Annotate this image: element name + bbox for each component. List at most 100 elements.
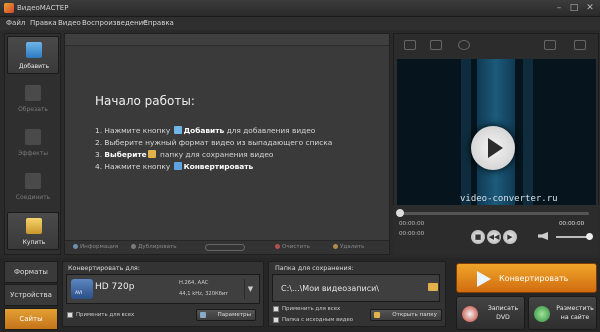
convert-icon bbox=[173, 162, 182, 170]
volume-handle[interactable] bbox=[586, 233, 593, 240]
convert-for-label: Конвертировать для: bbox=[68, 264, 140, 272]
effects-icon bbox=[25, 129, 41, 145]
save-folder-label: Папка для сохранения: bbox=[275, 264, 354, 272]
effects-button[interactable]: Эффекты bbox=[7, 124, 59, 162]
step-1-text: 1. Нажмите кнопку bbox=[95, 126, 171, 135]
format-audio: 44,1 kHz, 320Кбит bbox=[179, 291, 229, 297]
menu-file[interactable]: Файл bbox=[6, 19, 25, 27]
clear-button[interactable]: Очистить bbox=[275, 244, 310, 250]
source-folder-label: Папка с исходным видео bbox=[282, 317, 354, 323]
burn-dvd-label: Записать DVD bbox=[487, 305, 519, 321]
menu-bar: Файл Правка Видео Воспроизведение Справк… bbox=[0, 17, 600, 30]
open-folder-button[interactable]: Открыть папку bbox=[370, 309, 442, 321]
tab-sites[interactable]: Сайты bbox=[4, 308, 58, 330]
menu-edit[interactable]: Правка bbox=[30, 19, 57, 27]
convert-label: Конвертировать bbox=[499, 274, 569, 283]
buy-button-label: Купить bbox=[22, 239, 46, 246]
menu-help[interactable]: Справка bbox=[143, 19, 174, 27]
burn-dvd-button[interactable]: Записать DVD bbox=[456, 296, 525, 330]
format-codec: H.264, AAC bbox=[179, 280, 209, 286]
seek-handle[interactable] bbox=[396, 209, 404, 217]
delete-icon bbox=[333, 244, 338, 249]
maximize-button[interactable]: □ bbox=[567, 2, 581, 14]
step-4-text: 4. Нажмите кнопку bbox=[95, 162, 171, 171]
aspect-icon[interactable] bbox=[430, 40, 442, 50]
fullscreen-icon[interactable] bbox=[574, 40, 586, 50]
file-list-area[interactable]: Начало работы: 1. Нажмите кнопку Добавит… bbox=[64, 33, 390, 255]
publish-label: Разместить на сайте bbox=[556, 305, 594, 321]
clear-icon bbox=[275, 244, 280, 249]
left-toolbar: Добавить Обрезать Эффекты Соединить Купи… bbox=[4, 33, 61, 255]
info-icon bbox=[73, 244, 78, 249]
duplicate-button[interactable]: Дублировать bbox=[131, 244, 177, 250]
dvd-icon bbox=[462, 306, 478, 322]
list-toolbar: Информация Дублировать Очистить Удалить bbox=[65, 240, 389, 254]
tab-formats[interactable]: Форматы bbox=[4, 261, 58, 283]
view-toggle[interactable] bbox=[205, 244, 245, 251]
publish-button[interactable]: Разместить на сайте bbox=[528, 296, 597, 330]
start-time: 00:00:00 bbox=[399, 231, 425, 237]
chevron-down-icon[interactable]: ▼ bbox=[244, 279, 256, 299]
step-4-bold: Конвертировать bbox=[183, 162, 254, 171]
duplicate-label: Дублировать bbox=[138, 244, 177, 250]
rewind-button[interactable]: ◀◀ bbox=[487, 230, 501, 244]
step-3-bold: Выберите bbox=[104, 150, 147, 159]
close-button[interactable]: ✕ bbox=[583, 2, 597, 14]
folder-icon bbox=[147, 150, 156, 158]
stop-button[interactable]: ■ bbox=[471, 230, 485, 244]
format-select[interactable]: AVI HD 720p H.264, AAC 44,1 kHz, 320Кбит… bbox=[66, 274, 260, 304]
play-button[interactable]: ▶ bbox=[503, 230, 517, 244]
globe-icon bbox=[534, 306, 550, 322]
format-name: HD 720p bbox=[95, 282, 135, 292]
save-path-field[interactable]: C:\...\Мои видеозаписи\ bbox=[272, 274, 440, 302]
end-time: 00:00:00 bbox=[559, 221, 585, 227]
info-button[interactable]: Информация bbox=[73, 244, 118, 250]
list-header-strip bbox=[65, 34, 389, 46]
settings-icon bbox=[200, 312, 206, 318]
step-3-prefix: 3. bbox=[95, 150, 103, 159]
minimize-button[interactable]: – bbox=[552, 2, 566, 14]
convert-button[interactable]: Конвертировать bbox=[456, 263, 597, 293]
tab-devices[interactable]: Устройства bbox=[4, 284, 58, 306]
apply-all-checkbox[interactable] bbox=[67, 312, 73, 318]
brightness-icon[interactable] bbox=[458, 40, 470, 50]
seek-bar[interactable] bbox=[401, 212, 589, 215]
add-video-icon bbox=[173, 126, 182, 134]
step-3-suffix: папку для сохранения видео bbox=[160, 150, 274, 159]
menu-video[interactable]: Видео bbox=[58, 19, 81, 27]
apply-all-label: Применить для всех bbox=[76, 312, 135, 318]
convert-arrow-icon bbox=[477, 271, 491, 287]
buy-button[interactable]: Купить bbox=[7, 212, 59, 250]
crop-button-label: Обрезать bbox=[18, 106, 48, 113]
camera-icon[interactable] bbox=[544, 40, 556, 50]
add-button-label: Добавить bbox=[18, 63, 50, 70]
buy-icon bbox=[26, 218, 42, 234]
play-overlay-icon[interactable] bbox=[471, 126, 515, 170]
save-path-text: C:\...\Мои видеозаписи\ bbox=[281, 284, 379, 293]
watermark-text: video-converter.ru bbox=[460, 194, 558, 204]
start-title: Начало работы: bbox=[95, 94, 195, 108]
add-button[interactable]: Добавить bbox=[7, 36, 59, 74]
duplicate-icon bbox=[131, 244, 136, 249]
current-time: 00:00:00 bbox=[399, 221, 425, 227]
join-button-label: Соединить bbox=[15, 194, 51, 201]
crop-icon bbox=[25, 85, 41, 101]
crop-button[interactable]: Обрезать bbox=[7, 80, 59, 118]
info-label: Информация bbox=[80, 244, 119, 250]
browse-folder-icon[interactable] bbox=[428, 283, 438, 291]
menu-playback[interactable]: Воспроизведение bbox=[82, 19, 148, 27]
join-icon bbox=[25, 173, 41, 189]
step-1: 1. Нажмите кнопку Добавить для добавлени… bbox=[95, 126, 315, 135]
window-title: ВидеоМАСТЕР bbox=[17, 4, 69, 12]
delete-button[interactable]: Удалить bbox=[333, 244, 364, 250]
format-icon: AVI bbox=[71, 279, 93, 299]
title-bar: ВидеоМАСТЕР – □ ✕ bbox=[0, 0, 600, 17]
source-folder-checkbox[interactable] bbox=[273, 317, 279, 323]
snapshot-icon[interactable] bbox=[404, 40, 416, 50]
step-2: 2. Выберите нужный формат видео из выпад… bbox=[95, 138, 333, 147]
delete-label: Удалить bbox=[340, 244, 365, 250]
parameters-button[interactable]: Параметры bbox=[196, 309, 256, 321]
apply-all-folder-checkbox[interactable] bbox=[273, 306, 279, 312]
join-button[interactable]: Соединить bbox=[7, 168, 59, 206]
open-folder-label: Открыть папку bbox=[392, 312, 437, 318]
